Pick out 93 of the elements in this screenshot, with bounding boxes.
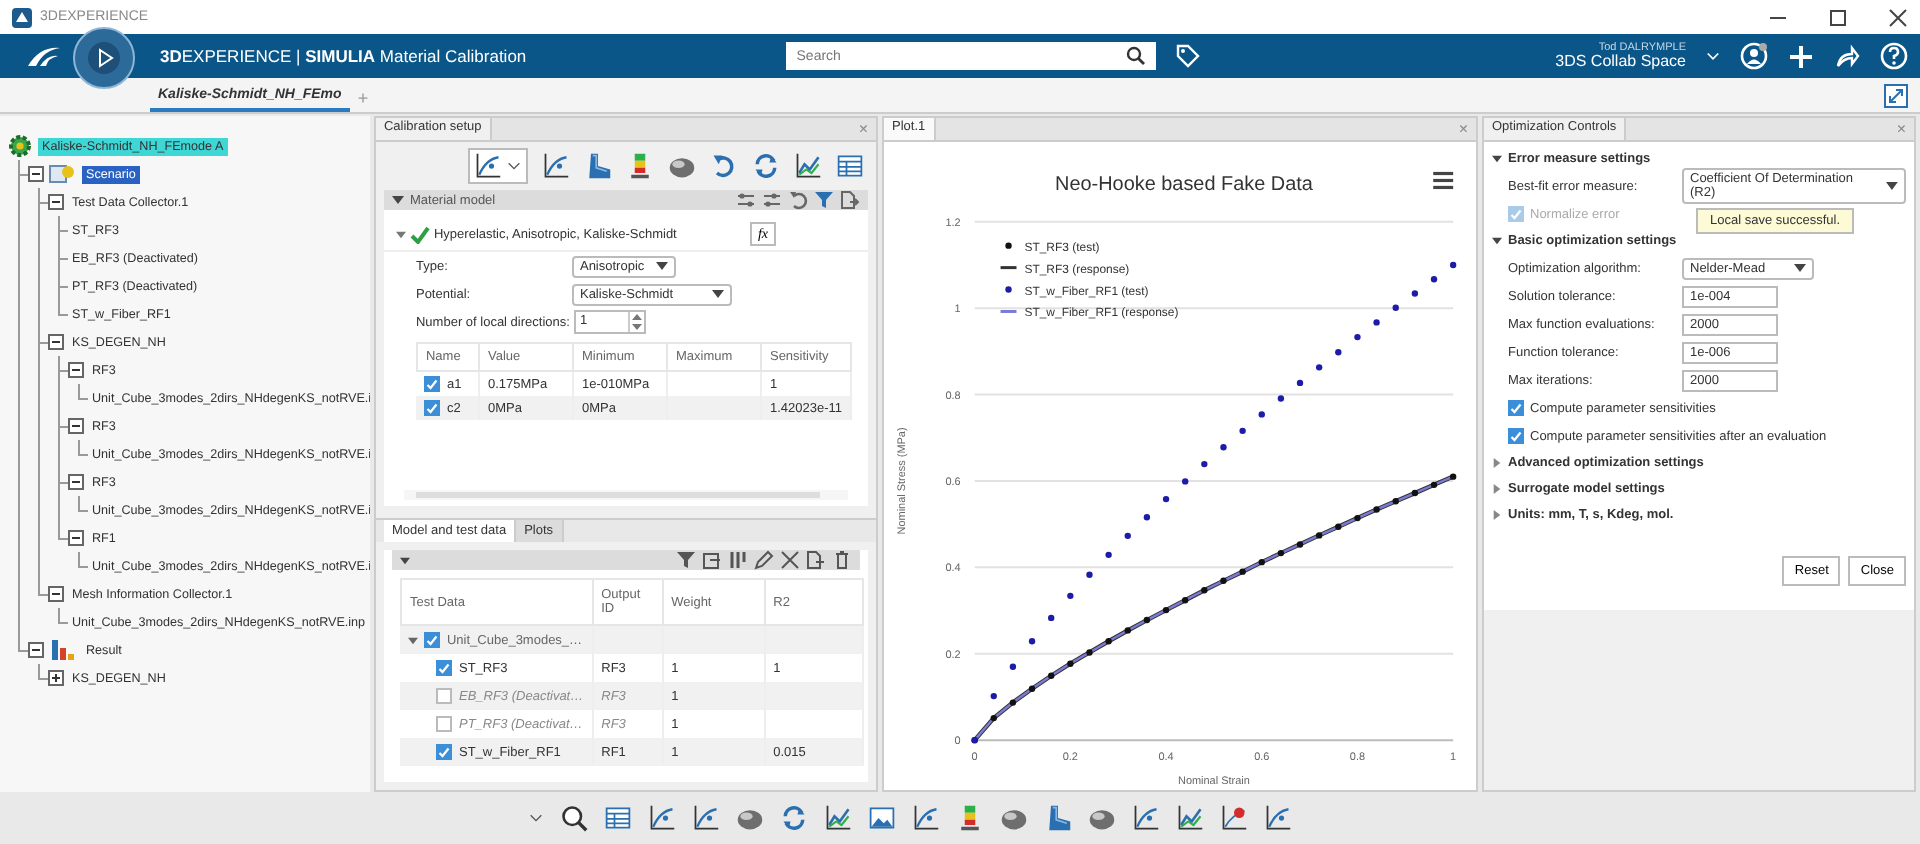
export-icon[interactable] <box>806 550 826 570</box>
curve-chart-icon[interactable] <box>1264 804 1292 832</box>
shape-icon[interactable] <box>1044 804 1072 832</box>
sliders-icon[interactable] <box>736 190 756 210</box>
horizontal-scrollbar[interactable] <box>403 490 848 500</box>
line-chart-icon[interactable] <box>1176 804 1204 832</box>
collapse-toggle[interactable] <box>68 418 84 434</box>
help-icon[interactable] <box>1880 42 1908 70</box>
export-icon[interactable] <box>840 190 860 210</box>
collapse-arrow-icon[interactable] <box>395 229 406 239</box>
filter-icon[interactable] <box>676 550 696 570</box>
collapse-toggle[interactable] <box>28 166 44 182</box>
legend-marker <box>1005 242 1012 249</box>
line-chart-icon[interactable] <box>794 152 822 180</box>
app-title: 3DEXPERIENCE | SIMULIA Material Calibration <box>160 46 527 66</box>
undo-icon[interactable] <box>710 152 738 180</box>
sliders-icon[interactable] <box>762 190 782 210</box>
refresh-icon[interactable] <box>752 152 780 180</box>
curve-chart-icon[interactable] <box>542 152 570 180</box>
chevron-down-icon[interactable] <box>1706 49 1720 63</box>
expand-arrow-icon[interactable] <box>1492 484 1502 494</box>
share-icon[interactable] <box>1834 43 1860 69</box>
gear-icon <box>8 134 32 158</box>
menu-icon[interactable] <box>1433 171 1454 190</box>
refresh-icon[interactable] <box>780 804 808 832</box>
undo-icon[interactable] <box>788 190 808 210</box>
collapse-toggle[interactable] <box>68 474 84 490</box>
checkbox[interactable] <box>436 716 453 732</box>
collapse-toggle[interactable] <box>28 642 44 658</box>
dropdown-arrow-icon[interactable] <box>655 262 668 270</box>
curve-chart-icon[interactable] <box>474 152 502 180</box>
collapse-toggle[interactable] <box>68 362 84 378</box>
collapse-toggle[interactable] <box>48 586 64 602</box>
maximize-icon[interactable] <box>1828 7 1848 27</box>
collapse-arrow-icon[interactable] <box>408 635 419 645</box>
color-bar-icon[interactable] <box>626 152 654 180</box>
shape-icon[interactable] <box>584 152 612 180</box>
collapse-arrow-icon[interactable] <box>1492 236 1502 246</box>
image-icon[interactable] <box>868 804 896 832</box>
trash-icon[interactable] <box>832 550 852 570</box>
import-icon[interactable] <box>702 550 722 570</box>
cross-arrows-icon[interactable] <box>780 550 800 570</box>
chart-type-dropdown[interactable] <box>468 148 528 184</box>
sphere-icon[interactable] <box>668 152 696 180</box>
checkbox[interactable] <box>1508 428 1524 444</box>
table-icon[interactable] <box>604 804 632 832</box>
chart-title: Neo-Hooke based Fake Data <box>1055 173 1313 196</box>
collapse-arrow-icon[interactable] <box>391 194 404 206</box>
checkbox[interactable] <box>1508 400 1524 416</box>
line-chart-icon[interactable] <box>824 804 852 832</box>
curve-chart-icon[interactable] <box>912 804 940 832</box>
curve-chart-icon[interactable] <box>648 804 676 832</box>
expand-arrow-icon[interactable] <box>1492 510 1502 520</box>
plus-icon[interactable] <box>1788 43 1814 69</box>
table-icon[interactable] <box>836 152 864 180</box>
sphere-icon[interactable] <box>736 804 764 832</box>
collapse-arrow-icon[interactable] <box>399 555 410 565</box>
search-icon[interactable] <box>1126 46 1147 66</box>
pencil-icon[interactable] <box>754 550 774 570</box>
checkbox[interactable] <box>436 660 453 676</box>
collab-space-selector[interactable]: 3DS Collab Space <box>1555 53 1686 71</box>
collapse-arrow-icon[interactable] <box>1492 154 1502 164</box>
dropdown-arrow-icon[interactable] <box>711 290 724 298</box>
collapse-toggle[interactable] <box>48 194 64 210</box>
collapse-icon[interactable] <box>1884 83 1908 107</box>
search-icon[interactable] <box>560 804 588 832</box>
app-icon <box>12 7 32 27</box>
legend-marker <box>1000 310 1017 313</box>
marker-chart-icon[interactable] <box>1220 804 1248 832</box>
user-icon[interactable] <box>1740 42 1768 70</box>
sphere-icon[interactable] <box>1000 804 1028 832</box>
checkbox[interactable] <box>424 632 441 648</box>
result-icon <box>48 638 76 662</box>
expand-toggle[interactable] <box>48 670 64 686</box>
curve-chart-icon[interactable] <box>692 804 720 832</box>
collapse-toggle[interactable] <box>68 530 84 546</box>
collapse-toggle[interactable] <box>48 334 64 350</box>
dropdown-arrow-icon[interactable] <box>1886 182 1898 190</box>
sphere-icon[interactable] <box>1088 804 1116 832</box>
color-bar-icon[interactable] <box>956 804 984 832</box>
scenario-icon <box>48 162 76 186</box>
tag-icon[interactable] <box>1176 44 1201 68</box>
curve-chart-icon[interactable] <box>1132 804 1160 832</box>
legend-marker <box>1005 286 1012 293</box>
checkbox[interactable] <box>436 744 453 760</box>
legend-marker <box>1000 266 1017 270</box>
checkbox[interactable] <box>436 688 453 704</box>
checkbox[interactable] <box>424 400 441 416</box>
close-icon[interactable] <box>1888 7 1908 27</box>
expand-arrow-icon[interactable] <box>1492 458 1502 468</box>
columns-icon[interactable] <box>728 550 748 570</box>
checkbox[interactable] <box>424 376 441 392</box>
dropdown-arrow-icon[interactable] <box>1794 264 1806 272</box>
